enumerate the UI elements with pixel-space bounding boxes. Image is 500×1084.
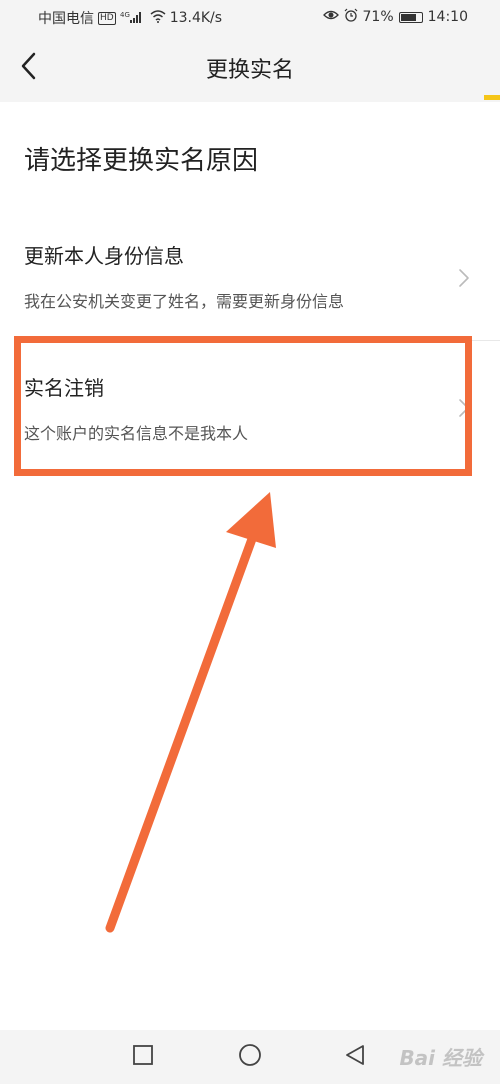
battery-icon — [398, 11, 423, 23]
status-right: 71% 14:10 — [322, 8, 468, 26]
option-title: 实名注销 — [24, 376, 104, 400]
battery-fill — [400, 13, 417, 21]
signal-icon: 4G — [120, 10, 146, 27]
option-cancel-real-name[interactable]: 实名注销 这个账户的实名信息不是我本人 — [0, 352, 500, 470]
divider — [24, 340, 500, 341]
alarm-icon — [344, 8, 358, 26]
page-title: 更换实名 — [205, 58, 294, 83]
carrier-label: 中国电信 — [38, 11, 94, 27]
nav-bar: 更换实名 — [0, 34, 500, 102]
eye-icon — [322, 9, 339, 25]
clock-time: 14:10 — [427, 9, 468, 25]
status-left: 中国电信 HD 4G 13.4K/s — [38, 8, 222, 28]
option-update-identity[interactable]: 更新本人身份信息 我在公安机关变更了姓名，需要更新身份信息 — [0, 222, 500, 336]
recent-apps-button[interactable] — [130, 1044, 156, 1070]
chevron-right-icon — [458, 268, 470, 288]
home-button[interactable] — [237, 1044, 263, 1070]
wifi-icon — [150, 9, 166, 27]
section-heading: 请选择更换实名原因 — [24, 146, 259, 176]
option-description: 我在公安机关变更了姓名，需要更新身份信息 — [24, 292, 345, 311]
hd-badge: HD — [98, 11, 116, 25]
accent-bar — [484, 95, 500, 100]
system-back-button[interactable] — [342, 1044, 368, 1070]
option-title: 更新本人身份信息 — [24, 244, 184, 268]
watermark: Bai 经验 — [399, 1046, 482, 1070]
square-icon — [132, 1044, 154, 1070]
chevron-right-icon — [458, 398, 470, 418]
option-description: 这个账户的实名信息不是我本人 — [24, 424, 249, 443]
svg-text:4G: 4G — [120, 11, 130, 19]
network-speed: 13.4K/s — [169, 10, 223, 26]
status-bar: 中国电信 HD 4G 13.4K/s 71% 14:10 — [0, 0, 500, 34]
battery-percent: 71% — [362, 9, 394, 25]
circle-icon — [238, 1043, 262, 1071]
triangle-back-icon — [344, 1044, 366, 1070]
